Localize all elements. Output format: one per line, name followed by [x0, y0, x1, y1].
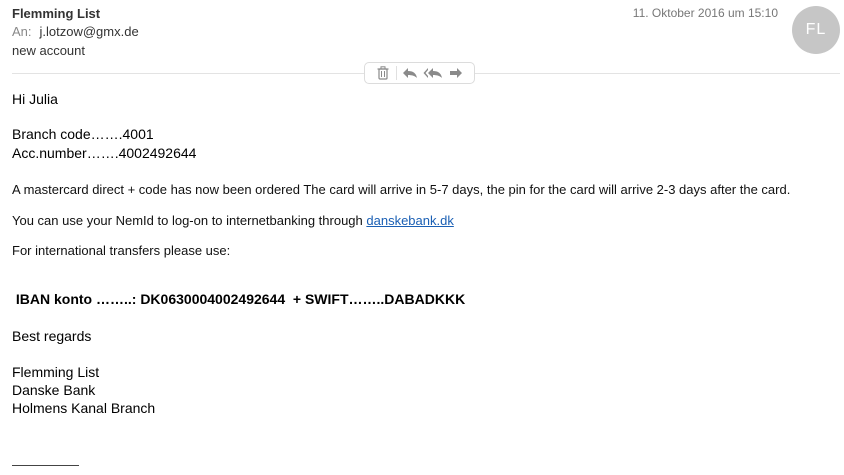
account-number: Acc.number…….4002492644	[12, 145, 197, 161]
forward-icon[interactable]	[446, 65, 466, 81]
branch-code: Branch code…….4001	[12, 126, 154, 142]
greeting: Hi Julia	[12, 91, 58, 107]
signature-name: Flemming List	[12, 364, 100, 380]
nemid-text: You can use your NemId to log-on to inte…	[12, 213, 367, 228]
signature-branch: Holmens Kanal Branch	[12, 400, 156, 416]
avatar[interactable]: FL	[792, 6, 840, 54]
signature-rule	[12, 465, 79, 466]
sent-date: 11. Oktober 2016 um 15:10	[632, 6, 778, 20]
reply-icon[interactable]	[400, 65, 420, 81]
recipient-row: An: j.lotzow@gmx.de	[12, 24, 139, 39]
international-info: For international transfers please use:	[12, 243, 231, 258]
trash-icon[interactable]	[373, 65, 393, 81]
regards: Best regards	[12, 328, 92, 344]
iban-swift: IBAN konto ……..: DK0630004002492644 + SW…	[12, 291, 466, 307]
message-toolbar	[364, 62, 475, 84]
card-info: A mastercard direct + code has now been …	[12, 182, 791, 197]
nemid-info: You can use your NemId to log-on to inte…	[12, 213, 454, 228]
to-label: An:	[12, 24, 32, 39]
message-header: Flemming List An: j.lotzow@gmx.de new acc…	[0, 0, 844, 62]
reply-all-icon[interactable]	[423, 65, 443, 81]
sender-name[interactable]: Flemming List	[12, 6, 100, 21]
recipient-address[interactable]: j.lotzow@gmx.de	[40, 24, 139, 39]
subject: new account	[12, 43, 85, 58]
danskebank-link[interactable]: danskebank.dk	[366, 213, 453, 228]
signature-bank: Danske Bank	[12, 382, 96, 398]
toolbar-separator	[395, 66, 397, 80]
